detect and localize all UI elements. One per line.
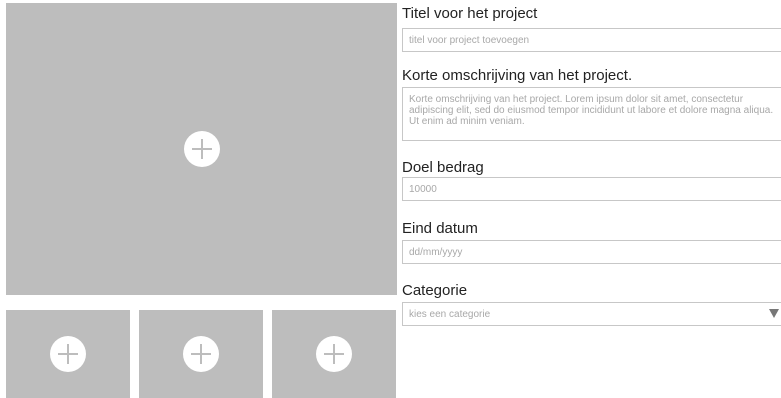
goal-amount-label: Doel bedrag: [402, 159, 484, 176]
description-label: Korte omschrijving van het project.: [402, 67, 633, 84]
category-label: Categorie: [402, 282, 468, 299]
thumbnail-upload-2[interactable]: [139, 310, 263, 398]
category-select-value: kies een categorie: [409, 309, 491, 320]
thumbnail-upload-3[interactable]: [272, 310, 396, 398]
end-date-input[interactable]: dd/mm/yyyy: [402, 240, 781, 264]
title-input[interactable]: titel voor project toevoegen: [402, 28, 781, 52]
plus-circle-icon: [50, 336, 86, 372]
title-label: Titel voor het project: [402, 5, 538, 22]
description-textarea[interactable]: Korte omschrijving van het project. Lore…: [402, 87, 781, 141]
plus-circle-icon: [183, 336, 219, 372]
plus-circle-icon: [183, 131, 220, 167]
category-select[interactable]: kies een categorie: [402, 302, 781, 326]
triangle-down-icon[interactable]: [769, 309, 779, 318]
goal-amount-input[interactable]: 10000: [402, 177, 781, 201]
main-image-upload[interactable]: [6, 3, 397, 295]
thumbnail-upload-1[interactable]: [6, 310, 130, 398]
plus-circle-icon: [316, 336, 352, 372]
end-date-label: Eind datum: [402, 220, 478, 237]
